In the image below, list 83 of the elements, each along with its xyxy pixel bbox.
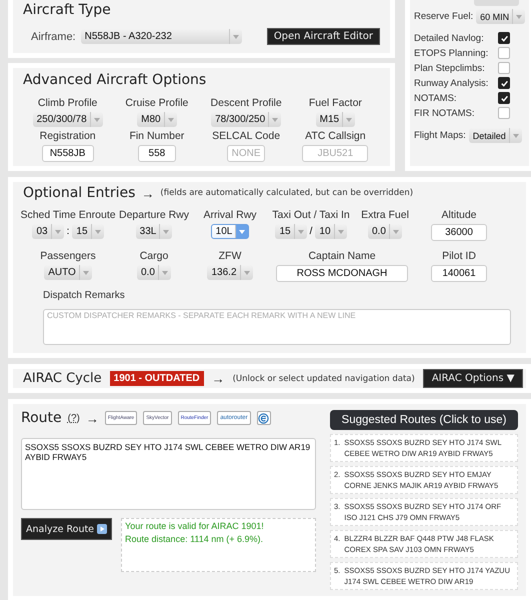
dropdown[interactable]: 03: [32, 224, 64, 239]
text-field[interactable]: ROSS MCDONAGH: [276, 265, 408, 282]
field-label: Sched Time Enroute: [20, 209, 116, 221]
option-label: Detailed Navlog:: [414, 32, 484, 44]
checkbox[interactable]: [498, 47, 510, 59]
dropdown[interactable]: 0.0: [137, 265, 171, 280]
field-label: SELCAL Code: [212, 130, 280, 142]
play-icon: [97, 524, 108, 534]
dropdown[interactable]: M80: [137, 112, 177, 127]
separator-text: /: [310, 226, 312, 237]
checkbox[interactable]: [498, 77, 510, 89]
dropdown[interactable]: AUTO: [44, 265, 92, 280]
field-label: Passengers: [40, 250, 96, 262]
field-label: Captain Name: [308, 250, 376, 262]
suggested-routes-header: Suggested Routes (Click to use): [330, 410, 518, 430]
arrow-icon: →: [86, 410, 99, 426]
section-title: Route: [21, 410, 62, 426]
option-label: Runway Analysis:: [414, 78, 488, 88]
field-label: Fin Number: [129, 130, 184, 142]
option-label: Plan Stepclimbs:: [414, 62, 485, 74]
section-title: AIRAC Cycle: [23, 371, 102, 386]
field-label: Dispatch Remarks: [43, 290, 126, 301]
dropdown[interactable]: 33L: [136, 224, 172, 239]
dropdown[interactable]: 60 MIN: [476, 9, 526, 24]
field-label: Cargo: [140, 250, 168, 262]
dropdown[interactable]: 78/300/250: [211, 112, 282, 127]
text-field[interactable]: NONE: [227, 145, 266, 162]
dropdown[interactable]: 10L: [210, 224, 250, 239]
remarks-field[interactable]: CUSTOM DISPATCHER REMARKS - SEPARATE EACH REMARK WITH A NEW LINE: [43, 309, 511, 345]
dropdown[interactable]: 250/300/78: [32, 112, 103, 127]
field-label: Airframe:: [31, 30, 76, 42]
dropdown[interactable]: 15: [72, 224, 104, 239]
checkbox[interactable]: [498, 32, 510, 44]
section-title: Aircraft Type: [23, 2, 112, 18]
dropdown[interactable]: M15: [316, 112, 356, 127]
checkbox[interactable]: [498, 107, 510, 119]
option-label: FIR NOTAMS:: [414, 108, 475, 118]
analyze-route-button[interactable]: Analyze Route: [21, 518, 112, 540]
text-field[interactable]: 558: [138, 145, 176, 162]
field-label: Flight Maps:: [414, 130, 466, 141]
field-label: ATC Callsign: [305, 130, 366, 142]
text-field[interactable]: 36000: [431, 224, 487, 241]
arrow-icon: →: [212, 371, 225, 386]
field-label: Taxi Out / Taxi In: [272, 209, 350, 221]
airac-options-button[interactable]: AIRAC Options ▼: [422, 369, 524, 388]
dropdown[interactable]: 10: [315, 224, 347, 239]
field-label: Pilot ID: [442, 250, 476, 262]
route-field[interactable]: SSOXS5 SSOXS BUZRD SEY HTO J174 SWL CEBEE WETRO DIW AR19 AYBID FRWAY5: [21, 438, 316, 510]
airframe-dropdown[interactable]: N558JB - A320-232: [80, 29, 242, 44]
logo-icon[interactable]: [256, 411, 271, 425]
help-link[interactable]: (?): [68, 412, 80, 424]
option-label: NOTAMS:: [414, 92, 457, 104]
dropdown[interactable]: Detailed: [468, 128, 522, 143]
note-text: (Unlock or select updated navigation data): [232, 374, 415, 384]
dropdown[interactable]: 0.0: [368, 224, 402, 239]
field-label: Registration: [40, 130, 96, 142]
field-label: Fuel Factor: [308, 97, 362, 109]
text-field[interactable]: JBU521: [302, 145, 368, 162]
status-badge: 1901 - OUTDATED: [110, 371, 204, 386]
field-label: Descent Profile: [210, 97, 282, 109]
field-label: Arrival Rwy: [203, 209, 257, 221]
field-label: Altitude: [441, 209, 477, 221]
open-editor-button[interactable]: Open Aircraft Editor: [266, 28, 380, 45]
field-label: ZFW: [218, 250, 242, 262]
validation-message: Route distance: 1114 nm (+ 6.9%).: [125, 534, 264, 544]
section-title: Optional Entries: [23, 185, 136, 201]
dropdown[interactable]: 136.2: [207, 265, 253, 280]
checkbox[interactable]: [498, 62, 510, 74]
text-field[interactable]: N558JB: [42, 145, 94, 162]
field-label: Reserve Fuel:: [414, 11, 474, 22]
dropdown[interactable]: 15: [275, 224, 307, 239]
field-label: Climb Profile: [38, 97, 98, 109]
option-label: ETOPS Planning:: [414, 48, 488, 58]
note-text: (fields are automatically calculated, but can be overridden): [160, 188, 414, 198]
field-label: Extra Fuel: [361, 209, 409, 221]
checkbox[interactable]: [498, 92, 510, 104]
section-title: Advanced Aircraft Options: [23, 72, 208, 88]
arrow-icon: →: [141, 186, 154, 200]
field-label: Cruise Profile: [125, 97, 188, 109]
text-field[interactable]: 140061: [431, 265, 487, 282]
validation-message: Your route is valid for AIRAC 1901!: [125, 521, 265, 531]
field-label: Departure Rwy: [118, 209, 190, 221]
separator-text: :: [66, 226, 70, 237]
